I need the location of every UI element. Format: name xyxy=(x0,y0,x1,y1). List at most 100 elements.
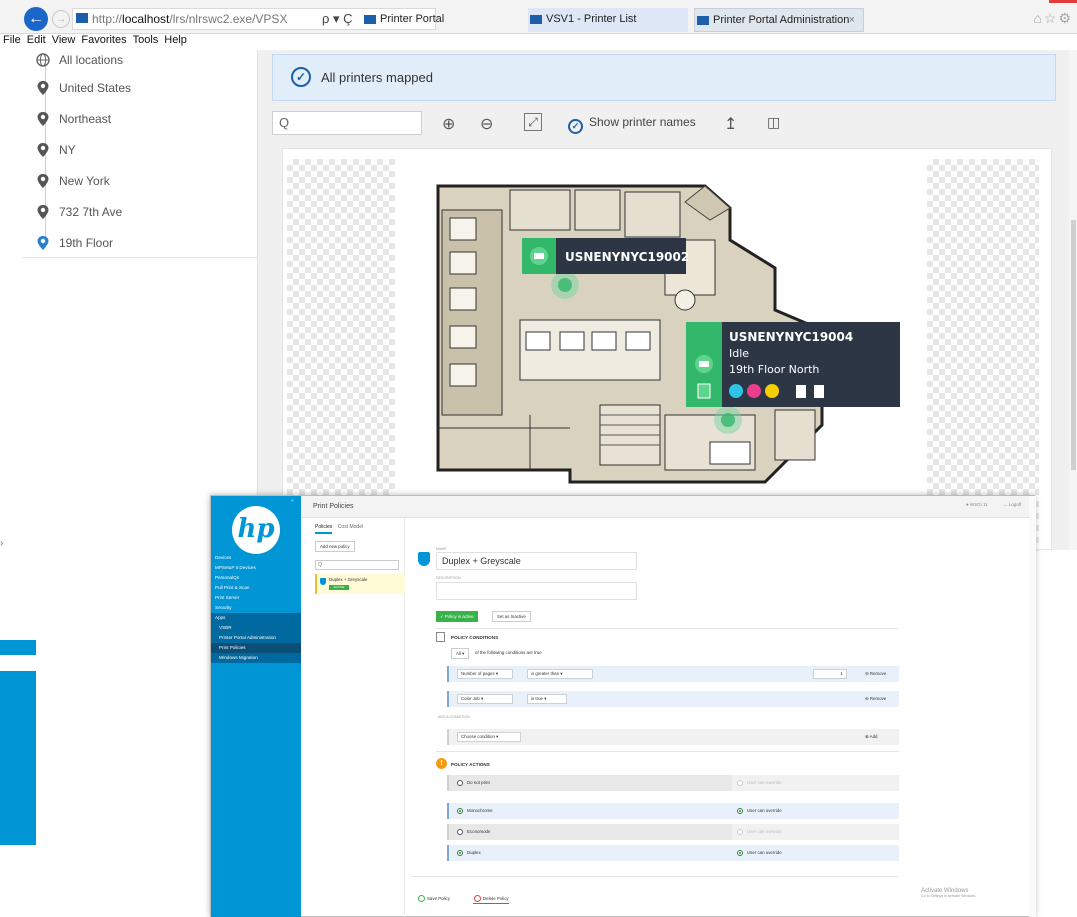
user-name: WSGi 11 xyxy=(969,502,988,507)
hp-scrollbar[interactable] xyxy=(1029,496,1036,917)
menu-file[interactable]: File xyxy=(3,34,21,46)
override-checkbox[interactable] xyxy=(737,850,743,856)
activate-windows-watermark: Activate Windows Go to Settings to activa… xyxy=(921,888,976,898)
choose-condition-select[interactable]: Choose condition ▾ xyxy=(457,732,521,742)
printer-icon xyxy=(695,355,713,399)
remove-condition-button[interactable]: ⊖ Remove xyxy=(865,696,886,702)
tab-cost-model[interactable]: Cost Model xyxy=(338,524,363,530)
zoom-in-icon[interactable]: ⊕ xyxy=(442,114,455,134)
override-label: User can override xyxy=(747,850,782,855)
policy-active-button[interactable]: ✓ Policy is active xyxy=(436,611,478,622)
menu-edit[interactable]: Edit xyxy=(27,34,46,46)
collapse-sidebar-icon[interactable]: « xyxy=(291,498,294,504)
location-label: 19th Floor xyxy=(59,236,114,250)
add-condition-button[interactable]: ⊕ Add xyxy=(865,734,877,740)
action-label: Economode xyxy=(467,829,491,834)
policy-name-field[interactable]: Duplex + Greyscale xyxy=(436,552,637,570)
condition-operator-select[interactable]: is greater than ▾ xyxy=(527,669,593,679)
address-text[interactable]: http://localhost/lrs/nlrswc2.exe/VPSX xyxy=(92,12,287,26)
menu-view[interactable]: View xyxy=(52,34,76,46)
menu-help[interactable]: Help xyxy=(164,34,187,46)
zoom-out-icon[interactable]: ⊖ xyxy=(480,114,493,134)
tab-printer-portal[interactable]: Printer Portal xyxy=(362,8,512,32)
condition-field-select[interactable]: Color Job ▾ xyxy=(457,694,513,704)
override-checkbox[interactable] xyxy=(737,780,743,786)
close-tab-icon[interactable]: × xyxy=(849,9,855,31)
location-sidebar: All locations United States Northeast NY… xyxy=(22,50,258,550)
logoff-label: Logoff xyxy=(1008,502,1022,507)
nav-windows-migration[interactable]: Windows Migration xyxy=(211,653,301,663)
printer-tooltip-usnenynyc19002[interactable]: USNENYNYC19002 xyxy=(556,238,689,274)
nav-apps[interactable]: Apps xyxy=(211,613,301,623)
printer-marker-usnenynyc19002[interactable] xyxy=(522,238,556,274)
remove-condition-button[interactable]: ⊖ Remove xyxy=(865,671,886,677)
conditions-title: POLICY CONDITIONS xyxy=(451,635,499,640)
accent-line xyxy=(1049,0,1077,3)
action-radio-monochrome[interactable] xyxy=(457,808,463,814)
logoff-button[interactable]: → Logoff xyxy=(1003,502,1021,507)
condition-value-input[interactable]: 1 xyxy=(813,669,847,679)
nav-personalqs[interactable]: PersonalQs xyxy=(211,573,301,583)
menu-tools[interactable]: Tools xyxy=(133,34,159,46)
condition-field-select[interactable]: Number of pages ▾ xyxy=(457,669,513,679)
policy-description-field[interactable] xyxy=(436,582,637,600)
override-checkbox[interactable] xyxy=(737,808,743,814)
condition-row: Number of pages ▾ is greater than ▾ 1 ⊖ … xyxy=(447,666,899,682)
trash-icon[interactable]: ◫ xyxy=(767,114,780,131)
nav-vsbr[interactable]: VSBR xyxy=(211,623,301,633)
home-star-gear-icons[interactable]: ⌂☆⚙ xyxy=(1033,10,1073,27)
tab-policies[interactable]: Policies xyxy=(315,524,333,534)
policy-search-input[interactable]: Q xyxy=(315,560,399,570)
upload-icon[interactable]: ↥ xyxy=(724,114,737,134)
action-radio-duplex[interactable] xyxy=(457,850,463,856)
location-label: United States xyxy=(59,81,132,95)
action-row: Monochrome User can override xyxy=(447,803,899,819)
policy-active-label: Policy is active xyxy=(444,614,474,619)
override-checkbox[interactable] xyxy=(737,829,743,835)
nav-pull-print-scan[interactable]: Pull Print & Scan xyxy=(211,583,301,593)
printer-status: Idle xyxy=(729,347,750,360)
map-scrollbar-thumb[interactable] xyxy=(1071,220,1076,470)
menu-favorites[interactable]: Favorites xyxy=(81,34,126,46)
override-label: User can override xyxy=(747,808,782,813)
override-label: User can override xyxy=(747,780,782,785)
back-button[interactable]: ← xyxy=(24,7,48,31)
fit-to-screen-icon[interactable]: ⤢ xyxy=(524,113,542,131)
conditions-icon xyxy=(436,632,445,642)
search-refresh-icon[interactable]: ρ ▾ Ç xyxy=(322,11,353,27)
print-policies-window: « hp Devices MPSetuP II Devices Personal… xyxy=(210,495,1036,917)
show-printer-names-toggle[interactable]: ✓ Show printer names xyxy=(568,115,696,134)
nav-print-server[interactable]: Print Server xyxy=(211,593,301,603)
condition-field-value: Number of pages xyxy=(461,671,495,676)
delete-policy-button[interactable]: Delete Policy xyxy=(473,893,509,904)
all-any-select[interactable]: All ▾ xyxy=(451,648,470,659)
policy-list-item[interactable]: Duplex + Greyscale ACTIVE xyxy=(315,574,405,594)
save-policy-button[interactable]: Save Policy xyxy=(417,893,450,904)
tab-printer-portal-administration[interactable]: Printer Portal Administration × xyxy=(694,8,864,32)
forward-button[interactable]: → xyxy=(52,10,70,28)
location-label: NY xyxy=(59,143,76,157)
nav-printer-portal-administration[interactable]: Printer Portal Administration xyxy=(211,633,301,643)
action-radio-economode[interactable] xyxy=(457,829,463,835)
printer-marker-usnenynyc19004[interactable] xyxy=(686,322,722,407)
printer-search-input[interactable]: Q xyxy=(272,111,422,135)
nav-devices[interactable]: Devices xyxy=(211,553,301,563)
nav-mpsetup-devices[interactable]: MPSetuP II Devices xyxy=(211,563,301,573)
override-label: User can override xyxy=(747,829,782,834)
action-cell xyxy=(449,775,732,791)
magenta-supply-icon xyxy=(747,384,761,398)
user-info[interactable]: ● WSGi 11 xyxy=(966,502,996,507)
condition-operator-select[interactable]: is true ▾ xyxy=(527,694,567,704)
tab-vsv1-printer-list[interactable]: VSV1 - Printer List xyxy=(528,8,688,32)
action-radio-do-not-print[interactable] xyxy=(457,780,463,786)
documents-icon xyxy=(814,385,825,398)
map-transparent-right xyxy=(927,159,1039,551)
nav-print-policies[interactable]: Print Policies xyxy=(211,643,301,653)
set-inactive-button[interactable]: Set as Inactive xyxy=(492,611,531,622)
action-label: Monochrome xyxy=(467,808,493,813)
add-new-policy-button[interactable]: Add new policy xyxy=(315,541,355,552)
show-printer-names-label: Show printer names xyxy=(589,115,696,129)
printer-tooltip-usnenynyc19004[interactable]: USNENYNYC19004 Idle 19th Floor North xyxy=(722,322,900,407)
nav-security[interactable]: Security xyxy=(211,603,301,613)
delete-label: Delete Policy xyxy=(483,896,509,901)
